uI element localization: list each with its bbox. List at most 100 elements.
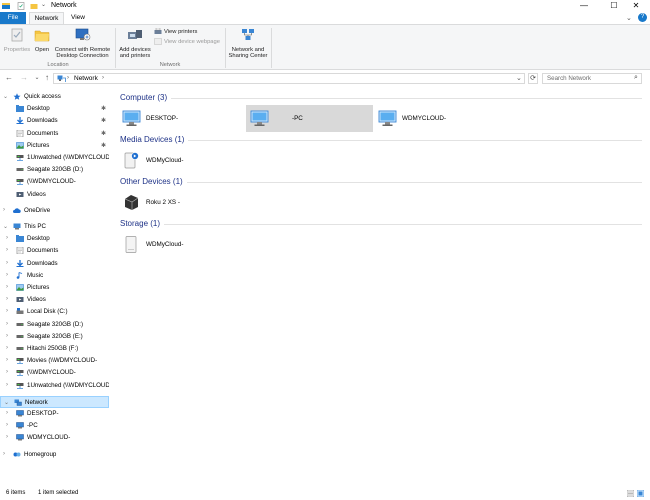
recent-locations-button[interactable]: ⌄ [32, 73, 42, 83]
collapsed-chevron-icon[interactable]: › [6, 260, 8, 266]
nav-quick-access[interactable]: ⌄ Quick access [0, 91, 109, 103]
search-input[interactable]: Search Network ⌕ [542, 73, 642, 84]
collapsed-chevron-icon[interactable]: › [3, 451, 5, 457]
nav-network[interactable]: ⌄ Network [0, 395, 109, 408]
collapsed-chevron-icon[interactable]: › [6, 247, 8, 253]
nav-pc-hitachi-250gb-f[interactable]: › Hitachi 250GB (F:) [0, 343, 109, 355]
nav-homegroup[interactable]: › Homegroup [0, 449, 109, 461]
tab-network[interactable]: Network [29, 12, 64, 24]
collapsed-chevron-icon[interactable]: › [6, 333, 8, 339]
nav-net-wdmycloud[interactable]: › WDMYCLOUD- [0, 432, 109, 444]
nav-net-pc[interactable]: › -PC [0, 420, 109, 432]
nav-pc-wdmycloud[interactable]: › (\\WDMYCLOUD- [0, 367, 109, 379]
nav-pc-seagate-320gb-d[interactable]: › Seagate 320GB (D:) [0, 319, 109, 331]
new-folder-quick-icon[interactable] [30, 2, 38, 10]
tiles-view-icon[interactable] [637, 490, 644, 497]
expand-ribbon-icon[interactable]: ⌄ [626, 14, 632, 22]
device-tile[interactable]: WDMyCloud- [118, 147, 245, 174]
expanded-chevron-icon[interactable]: ⌄ [3, 223, 8, 230]
nav-pc-downloads[interactable]: › Downloads [0, 258, 109, 270]
collapsed-chevron-icon[interactable]: › [6, 382, 8, 388]
network-sharing-center-button[interactable]: Network and Sharing Center [227, 28, 269, 60]
device-tile[interactable]: Roku 2 XS - [118, 189, 245, 216]
group-header-storage-1[interactable]: Storage (1) [120, 219, 160, 228]
close-button[interactable]: ✕ [622, 0, 650, 12]
collapsed-chevron-icon[interactable]: › [6, 321, 8, 327]
add-devices-button[interactable]: Add devices and printers [117, 28, 153, 60]
star-icon [13, 93, 21, 100]
properties-label: Properties [3, 46, 31, 53]
collapsed-chevron-icon[interactable]: › [6, 357, 8, 363]
device-tile[interactable]: WDMyCloud- [118, 231, 245, 258]
view-device-webpage-label: View device webpage [164, 39, 220, 46]
collapsed-chevron-icon[interactable]: › [3, 207, 5, 213]
nav-pc-music[interactable]: › Music [0, 270, 109, 282]
nav-net-desktop[interactable]: › DESKTOP- [0, 408, 109, 420]
refresh-button[interactable]: ⟳ [528, 73, 538, 84]
nav-item-label: (\\WDMYCLOUD- [27, 178, 76, 186]
tab-file[interactable]: File [0, 12, 26, 24]
device-tile[interactable]: -PC [246, 105, 373, 132]
breadcrumb-network[interactable]: Network [74, 75, 98, 82]
view-printers-button[interactable]: View printers [154, 28, 197, 37]
nav-qa-seagate-320gb-d[interactable]: Seagate 320GB (D:) [0, 164, 109, 176]
properties-button[interactable]: Properties [2, 28, 32, 53]
minimize-button[interactable]: — [570, 0, 598, 12]
up-button[interactable]: ↑ [42, 73, 52, 83]
back-button[interactable]: ← [4, 73, 14, 83]
remote-desktop-button[interactable]: Connect with Remote Desktop Connection [53, 28, 112, 60]
nav-qa-documents[interactable]: Documents ✱ [0, 128, 109, 140]
view-device-webpage-button[interactable]: View device webpage [154, 38, 220, 47]
collapsed-chevron-icon[interactable]: › [6, 434, 8, 440]
address-bar[interactable]: › Network › ⌄ [53, 73, 525, 84]
nav-onedrive[interactable]: › OneDrive [0, 205, 109, 217]
nav-pc-movies-wdmycloud[interactable]: › Movies (\\WDMYCLOUD- [0, 355, 109, 367]
search-icon[interactable]: ⌕ [634, 74, 638, 82]
drive-icon [16, 166, 24, 173]
nav-pc-local-disk-c[interactable]: › Local Disk (C:) [0, 306, 109, 318]
forward-button[interactable]: → [19, 73, 29, 83]
nav-pc-1unwatched-wdmycloud[interactable]: › 1Unwatched (\\WDMYCLOUD [0, 380, 109, 392]
nav-qa-videos[interactable]: Videos [0, 189, 109, 201]
pin-icon: ✱ [101, 118, 107, 125]
nav-this-pc[interactable]: ⌄ This PC [0, 221, 109, 233]
address-dropdown-icon[interactable]: ⌄ [516, 74, 522, 82]
help-icon[interactable]: ? [638, 13, 647, 22]
collapsed-chevron-icon[interactable]: › [6, 284, 8, 290]
collapsed-chevron-icon[interactable]: › [6, 345, 8, 351]
qa-customize-icon[interactable]: ⌄ [41, 1, 46, 8]
nav-pc-documents[interactable]: › Documents [0, 245, 109, 257]
nav-qa-wdmycloud[interactable]: (\\WDMYCLOUD- [0, 176, 109, 188]
group-divider [187, 182, 642, 183]
device-tile[interactable]: WDMYCLOUD- [374, 105, 501, 132]
collapsed-chevron-icon[interactable]: › [6, 369, 8, 375]
collapsed-chevron-icon[interactable]: › [6, 422, 8, 428]
nav-pc-pictures[interactable]: › Pictures [0, 282, 109, 294]
nav-qa-1unwatched-wdmycloud[interactable]: 1Unwatched (\\WDMYCLOUD [0, 152, 109, 164]
group-header-other-devices-1[interactable]: Other Devices (1) [120, 177, 183, 186]
breadcrumb-chevron[interactable]: › [102, 75, 104, 81]
nav-item-label: Seagate 320GB (D:) [27, 320, 84, 328]
expanded-chevron-icon[interactable]: ⌄ [4, 399, 9, 406]
collapsed-chevron-icon[interactable]: › [6, 235, 8, 241]
expanded-chevron-icon[interactable]: ⌄ [3, 93, 8, 100]
collapsed-chevron-icon[interactable]: › [6, 410, 8, 416]
tab-view[interactable]: View [64, 12, 92, 24]
nav-pc-desktop[interactable]: › Desktop [0, 233, 109, 245]
nav-pc-seagate-320gb-e[interactable]: › Seagate 320GB (E:) [0, 331, 109, 343]
device-tile[interactable]: DESKTOP- [118, 105, 245, 132]
group-header-computer-3[interactable]: Computer (3) [120, 93, 167, 102]
collapsed-chevron-icon[interactable]: › [6, 308, 8, 314]
details-view-icon[interactable] [627, 490, 634, 497]
open-button[interactable]: Open [32, 28, 52, 53]
nav-pc-videos[interactable]: › Videos [0, 294, 109, 306]
nav-qa-downloads[interactable]: Downloads ✱ [0, 115, 109, 127]
view-printers-label: View printers [164, 29, 198, 36]
nav-qa-pictures[interactable]: Pictures ✱ [0, 140, 109, 152]
collapsed-chevron-icon[interactable]: › [6, 272, 8, 278]
nav-item-label: Music [27, 271, 44, 279]
properties-quick-icon[interactable] [17, 2, 25, 10]
collapsed-chevron-icon[interactable]: › [6, 296, 8, 302]
nav-qa-desktop[interactable]: Desktop ✱ [0, 103, 109, 115]
group-header-media-devices-1[interactable]: Media Devices (1) [120, 135, 184, 144]
